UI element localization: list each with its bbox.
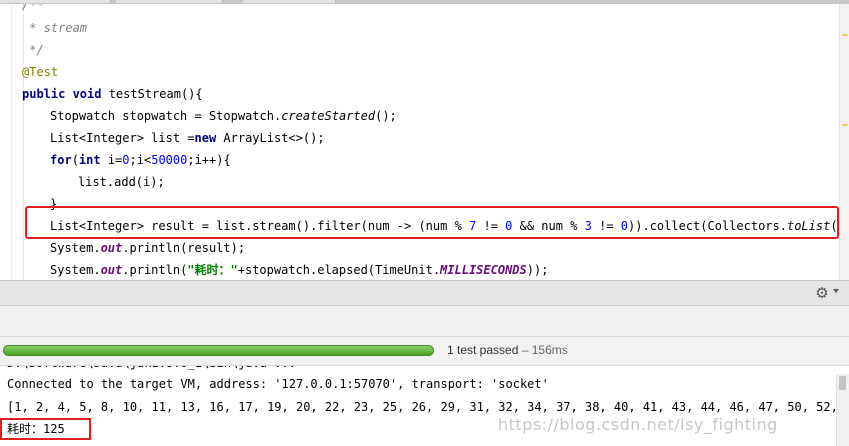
console-line: Connected to the target VM, address: '12… <box>7 377 549 391</box>
code-line: list.add(i); <box>78 175 165 189</box>
code-line: for(int i=0;i<50000;i++){ <box>50 153 231 167</box>
code-line: System.out.println(result); <box>50 241 246 255</box>
editor-scrollbar[interactable] <box>839 4 849 280</box>
panel-toolbar: ⚙ <box>0 280 849 306</box>
code-line: * stream <box>22 21 88 35</box>
editor-tab[interactable] <box>116 0 223 3</box>
watermark: https://blog.csdn.net/lsy_fighting <box>498 415 778 434</box>
code-line: Stopwatch stopwatch = Stopwatch.createSt… <box>50 109 397 123</box>
scroll-marker <box>842 124 848 126</box>
test-progress-bar <box>3 345 434 356</box>
code-line: /** <box>22 4 44 12</box>
code-line: */ <box>22 43 44 57</box>
scroll-marker <box>842 34 848 36</box>
editor-tab[interactable] <box>243 0 336 3</box>
gear-icon[interactable]: ⚙ <box>813 284 831 302</box>
console-scrollbar[interactable] <box>836 374 849 446</box>
code-line: System.out.println("耗时："+stopwatch.elaps… <box>50 263 549 277</box>
console-output[interactable]: D:\Software\Java\jdk1.8.0_1\bin\java ...… <box>0 366 849 446</box>
code-line: List<Integer> list =new ArrayList<>(); <box>50 131 325 145</box>
test-status: 1 test passed – 156ms <box>447 343 568 357</box>
test-progress-area: 1 test passed – 156ms <box>0 336 849 366</box>
method-declaration: public void testStream(){ <box>22 87 203 101</box>
chevron-down-icon[interactable] <box>833 289 839 293</box>
highlight-box <box>25 206 839 239</box>
run-panel-header <box>0 306 849 336</box>
annotation-line: @Test <box>22 65 59 79</box>
code-editor[interactable]: /** * stream */ @Test public void testSt… <box>0 4 849 280</box>
highlight-box <box>0 418 91 440</box>
editor-tab[interactable] <box>0 0 111 3</box>
scroll-thumb[interactable] <box>839 376 846 390</box>
